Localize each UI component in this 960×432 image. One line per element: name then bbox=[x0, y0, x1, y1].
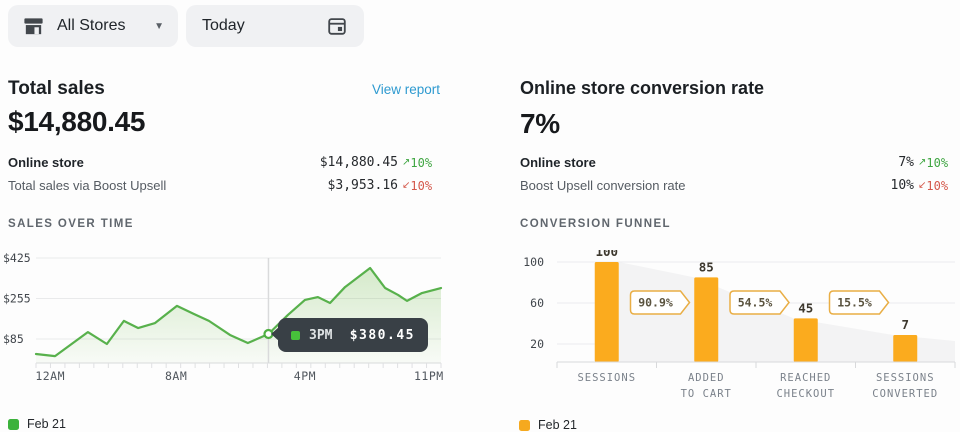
svg-text:100: 100 bbox=[595, 250, 618, 259]
store-selector-label: All Stores bbox=[57, 17, 125, 35]
svg-text:$85: $85 bbox=[3, 332, 24, 346]
conversion-rate-title: Online store conversion rate bbox=[520, 78, 764, 99]
sales-over-time-chart[interactable]: $425 $255 $85 12AM 8AM 4PM 11PM 3PM $380.45 bbox=[0, 250, 445, 395]
svg-text:$425: $425 bbox=[3, 251, 31, 265]
svg-text:45: 45 bbox=[798, 300, 813, 315]
svg-text:15.5%: 15.5% bbox=[837, 296, 872, 310]
svg-text:11PM: 11PM bbox=[414, 369, 444, 383]
svg-text:CHECKOUT: CHECKOUT bbox=[776, 388, 835, 400]
svg-text:REACHED: REACHED bbox=[780, 372, 831, 384]
store-selector-button[interactable]: All Stores ▼ bbox=[8, 5, 178, 47]
trend-down-icon: ↙ bbox=[918, 180, 926, 191]
conversion-rate-value: 7% bbox=[520, 108, 560, 140]
chart-tooltip: 3PM $380.45 bbox=[278, 318, 428, 352]
funnel-chart-legend: Feb 21 bbox=[519, 418, 577, 432]
total-sales-breakdown: Online store $14,880.45 ↗10% Total sales… bbox=[8, 151, 440, 197]
svg-text:TO CART: TO CART bbox=[681, 388, 732, 400]
trend-badge: ↗10% bbox=[402, 156, 440, 170]
svg-text:54.5%: 54.5% bbox=[738, 296, 773, 310]
metric-row-online-store-rate: Online store 7% ↗10% bbox=[520, 151, 956, 174]
total-sales-title: Total sales bbox=[8, 78, 105, 100]
sales-over-time-title: SALES OVER TIME bbox=[8, 218, 134, 230]
store-icon bbox=[22, 15, 45, 38]
sales-chart-legend: Feb 21 bbox=[8, 417, 66, 431]
conversion-funnel-chart[interactable]: 100 60 20 100 85 45 7 90.9% 54.5% 15.5% SESSIONS AD… bbox=[518, 250, 960, 410]
svg-text:ADDED: ADDED bbox=[688, 372, 725, 384]
svg-text:SESSIONS: SESSIONS bbox=[577, 372, 636, 384]
svg-text:4PM: 4PM bbox=[294, 369, 316, 383]
funnel-chart-svg: 100 60 20 100 85 45 7 90.9% 54.5% 15.5% SESSIONS AD… bbox=[518, 250, 960, 410]
tooltip-time: 3PM bbox=[309, 328, 332, 343]
trend-badge: ↙10% bbox=[402, 179, 440, 193]
trend-down-icon: ↙ bbox=[402, 180, 410, 191]
svg-text:CONVERTED: CONVERTED bbox=[872, 388, 938, 400]
conversion-breakdown: Online store 7% ↗10% Boost Upsell conver… bbox=[520, 151, 956, 197]
svg-text:100: 100 bbox=[523, 255, 544, 269]
trend-up-icon: ↗ bbox=[918, 157, 926, 168]
view-report-link[interactable]: View report bbox=[372, 82, 440, 97]
svg-text:12AM: 12AM bbox=[35, 369, 65, 383]
svg-text:90.9%: 90.9% bbox=[638, 296, 673, 310]
tooltip-series-swatch-icon bbox=[291, 331, 300, 340]
total-sales-value: $14,880.45 bbox=[8, 106, 145, 138]
svg-text:SESSIONS: SESSIONS bbox=[876, 372, 935, 384]
svg-text:7: 7 bbox=[901, 317, 909, 332]
calendar-icon bbox=[326, 15, 348, 37]
svg-text:8AM: 8AM bbox=[165, 369, 187, 383]
metric-row-boost-upsell: Total sales via Boost Upsell $3,953.16 ↙… bbox=[8, 174, 440, 197]
svg-text:$255: $255 bbox=[3, 292, 31, 306]
svg-text:85: 85 bbox=[699, 259, 714, 274]
svg-text:60: 60 bbox=[530, 296, 544, 310]
chevron-down-icon: ▼ bbox=[154, 21, 164, 32]
metric-row-online-store: Online store $14,880.45 ↗10% bbox=[8, 151, 440, 174]
svg-text:20: 20 bbox=[530, 337, 544, 351]
legend-swatch-icon bbox=[519, 420, 530, 431]
legend-label: Feb 21 bbox=[27, 417, 66, 431]
legend-label: Feb 21 bbox=[538, 418, 577, 432]
date-range-button[interactable]: Today bbox=[186, 5, 364, 47]
date-range-label: Today bbox=[202, 17, 245, 35]
metric-row-boost-upsell-rate: Boost Upsell conversion rate 10% ↙10% bbox=[520, 174, 956, 197]
trend-badge: ↗10% bbox=[918, 156, 956, 170]
conversion-funnel-title: CONVERSION FUNNEL bbox=[520, 218, 671, 230]
trend-badge: ↙10% bbox=[918, 179, 956, 193]
tooltip-value: $380.45 bbox=[350, 328, 415, 343]
trend-up-icon: ↗ bbox=[402, 157, 410, 168]
legend-swatch-icon bbox=[8, 419, 19, 430]
